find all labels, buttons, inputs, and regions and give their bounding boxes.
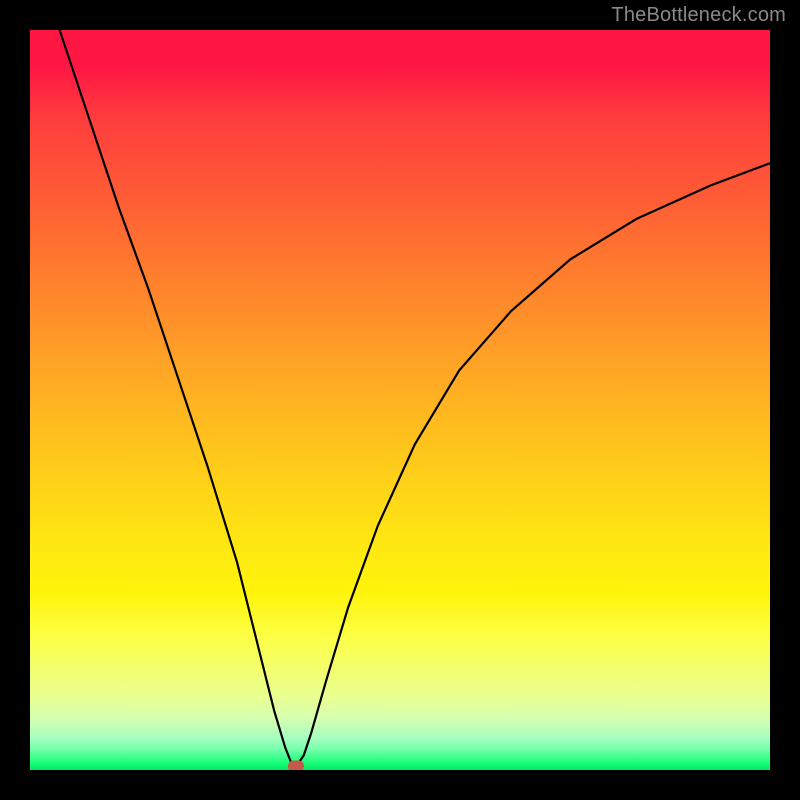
watermark-text: TheBottleneck.com bbox=[611, 4, 786, 27]
bottleneck-curve-path bbox=[60, 30, 770, 766]
chart-frame: TheBottleneck.com bbox=[0, 0, 800, 800]
plot-area bbox=[30, 30, 770, 770]
curve-svg bbox=[30, 30, 770, 770]
optimum-marker bbox=[288, 761, 304, 770]
